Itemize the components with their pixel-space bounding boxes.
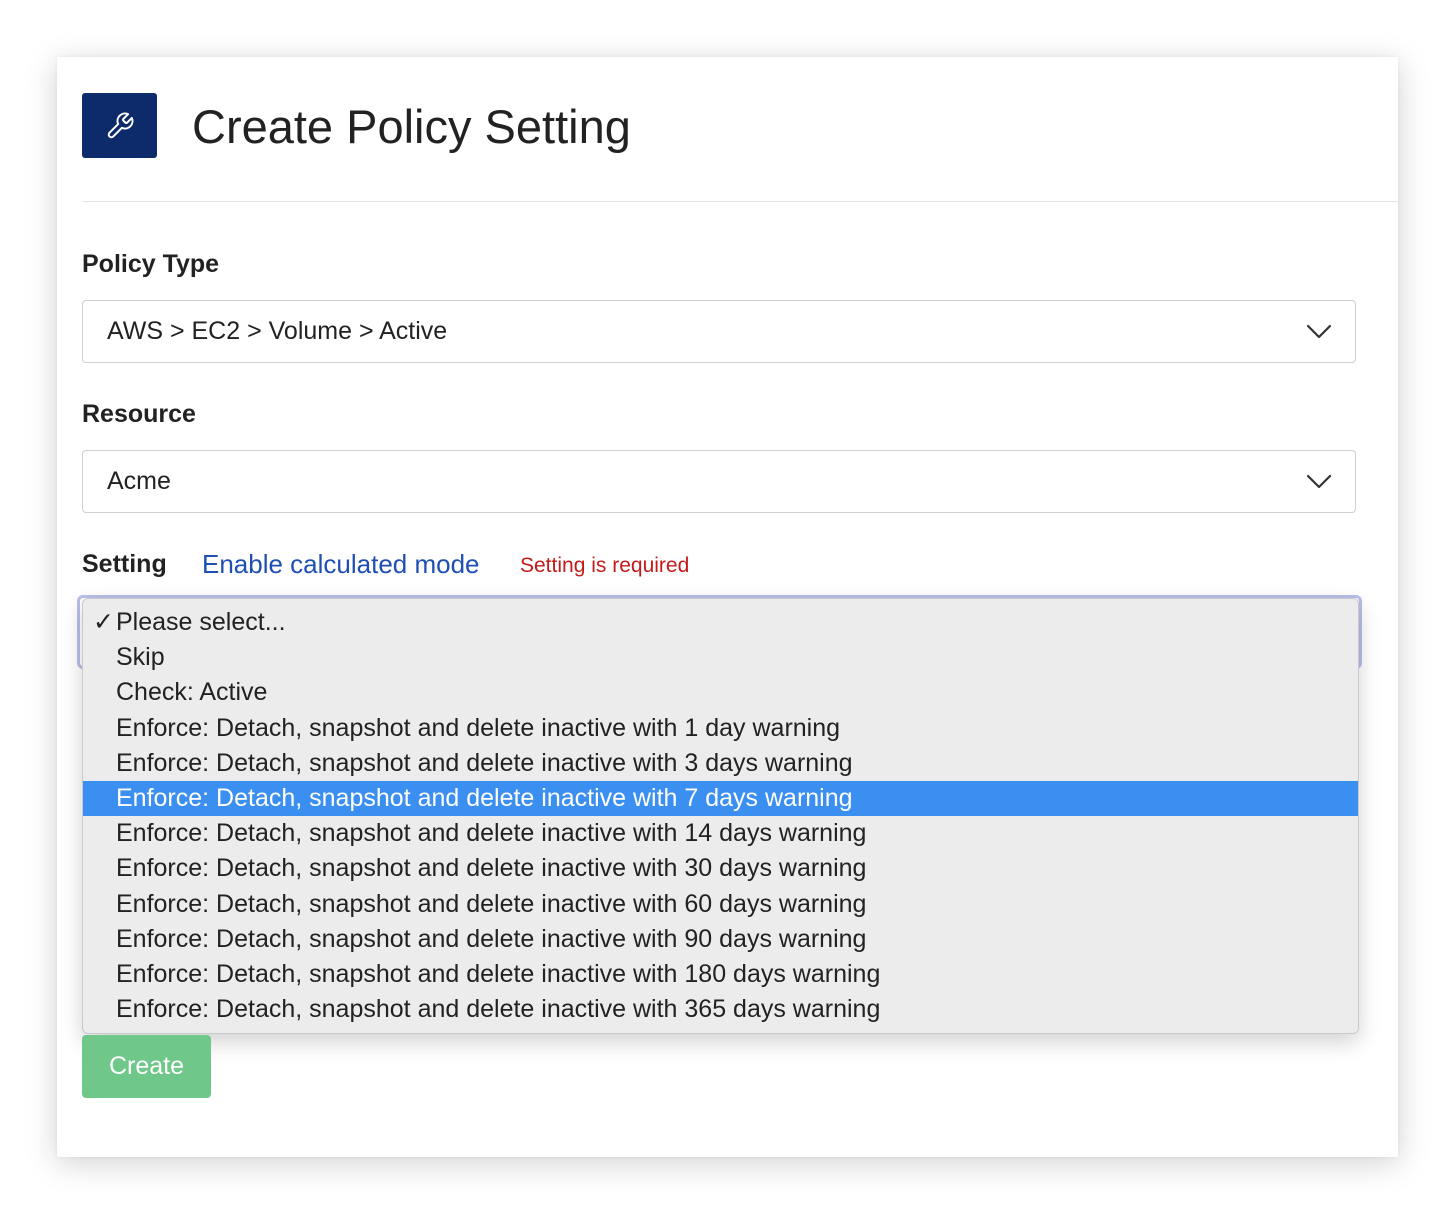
setting-option[interactable]: Enforce: Detach, snapshot and delete ina… <box>83 922 1358 957</box>
header-divider <box>82 201 1398 202</box>
setting-option[interactable]: Enforce: Detach, snapshot and delete ina… <box>83 992 1358 1027</box>
wrench-icon <box>107 112 133 138</box>
setting-option[interactable]: Skip <box>83 640 1358 675</box>
checkmark-icon: ✓ <box>93 608 114 636</box>
create-button[interactable]: Create <box>82 1035 211 1098</box>
setting-option[interactable]: Enforce: Detach, snapshot and delete ina… <box>83 887 1358 922</box>
setting-option[interactable]: Enforce: Detach, snapshot and delete ina… <box>83 780 1358 817</box>
chevron-down-icon <box>1306 324 1332 339</box>
setting-option[interactable]: Enforce: Detach, snapshot and delete ina… <box>83 851 1358 886</box>
setting-option-label: Skip <box>116 643 165 672</box>
resource-label: Resource <box>82 400 196 428</box>
setting-error-message: Setting is required <box>520 554 690 577</box>
setting-option-label: Check: Active <box>116 678 268 707</box>
setting-option-label: Enforce: Detach, snapshot and delete ina… <box>116 819 867 848</box>
setting-option[interactable]: Enforce: Detach, snapshot and delete ina… <box>83 957 1358 992</box>
policy-form-card: Create Policy Setting Policy Type AWS > … <box>57 57 1398 1157</box>
enable-calculated-mode-link[interactable]: Enable calculated mode <box>202 549 480 580</box>
resource-value: Acme <box>107 467 171 495</box>
setting-option[interactable]: Enforce: Detach, snapshot and delete ina… <box>83 816 1358 851</box>
setting-label: Setting <box>82 550 167 578</box>
resource-select[interactable]: Acme <box>82 450 1356 513</box>
setting-dropdown-menu[interactable]: ✓ Please select... Skip Check: Active Enforc… <box>82 598 1359 1034</box>
setting-option-label: Enforce: Detach, snapshot and delete ina… <box>116 995 881 1024</box>
setting-option-label: Please select... <box>116 608 286 636</box>
setting-option[interactable]: Enforce: Detach, snapshot and delete ina… <box>83 746 1358 781</box>
setting-option-label: Enforce: Detach, snapshot and delete ina… <box>116 924 867 953</box>
setting-option-label: Enforce: Detach, snapshot and delete ina… <box>116 713 841 742</box>
chevron-down-icon <box>1306 474 1332 489</box>
setting-option-label: Enforce: Detach, snapshot and delete ina… <box>116 748 853 777</box>
setting-option-label: Enforce: Detach, snapshot and delete ina… <box>116 854 867 883</box>
setting-option-label: Enforce: Detach, snapshot and delete ina… <box>116 889 867 918</box>
setting-option-label: Enforce: Detach, snapshot and delete ina… <box>116 783 853 812</box>
setting-option-label: Enforce: Detach, snapshot and delete ina… <box>116 959 881 988</box>
header-icon-tile <box>82 93 157 158</box>
setting-option[interactable]: Check: Active <box>83 675 1358 710</box>
setting-option[interactable]: Enforce: Detach, snapshot and delete ina… <box>83 711 1358 746</box>
policy-type-label: Policy Type <box>82 250 220 278</box>
page-title: Create Policy Setting <box>192 100 631 153</box>
setting-option[interactable]: ✓ Please select... <box>83 605 1358 640</box>
policy-type-value: AWS > EC2 > Volume > Active <box>107 317 448 345</box>
policy-type-select[interactable]: AWS > EC2 > Volume > Active <box>82 300 1356 363</box>
